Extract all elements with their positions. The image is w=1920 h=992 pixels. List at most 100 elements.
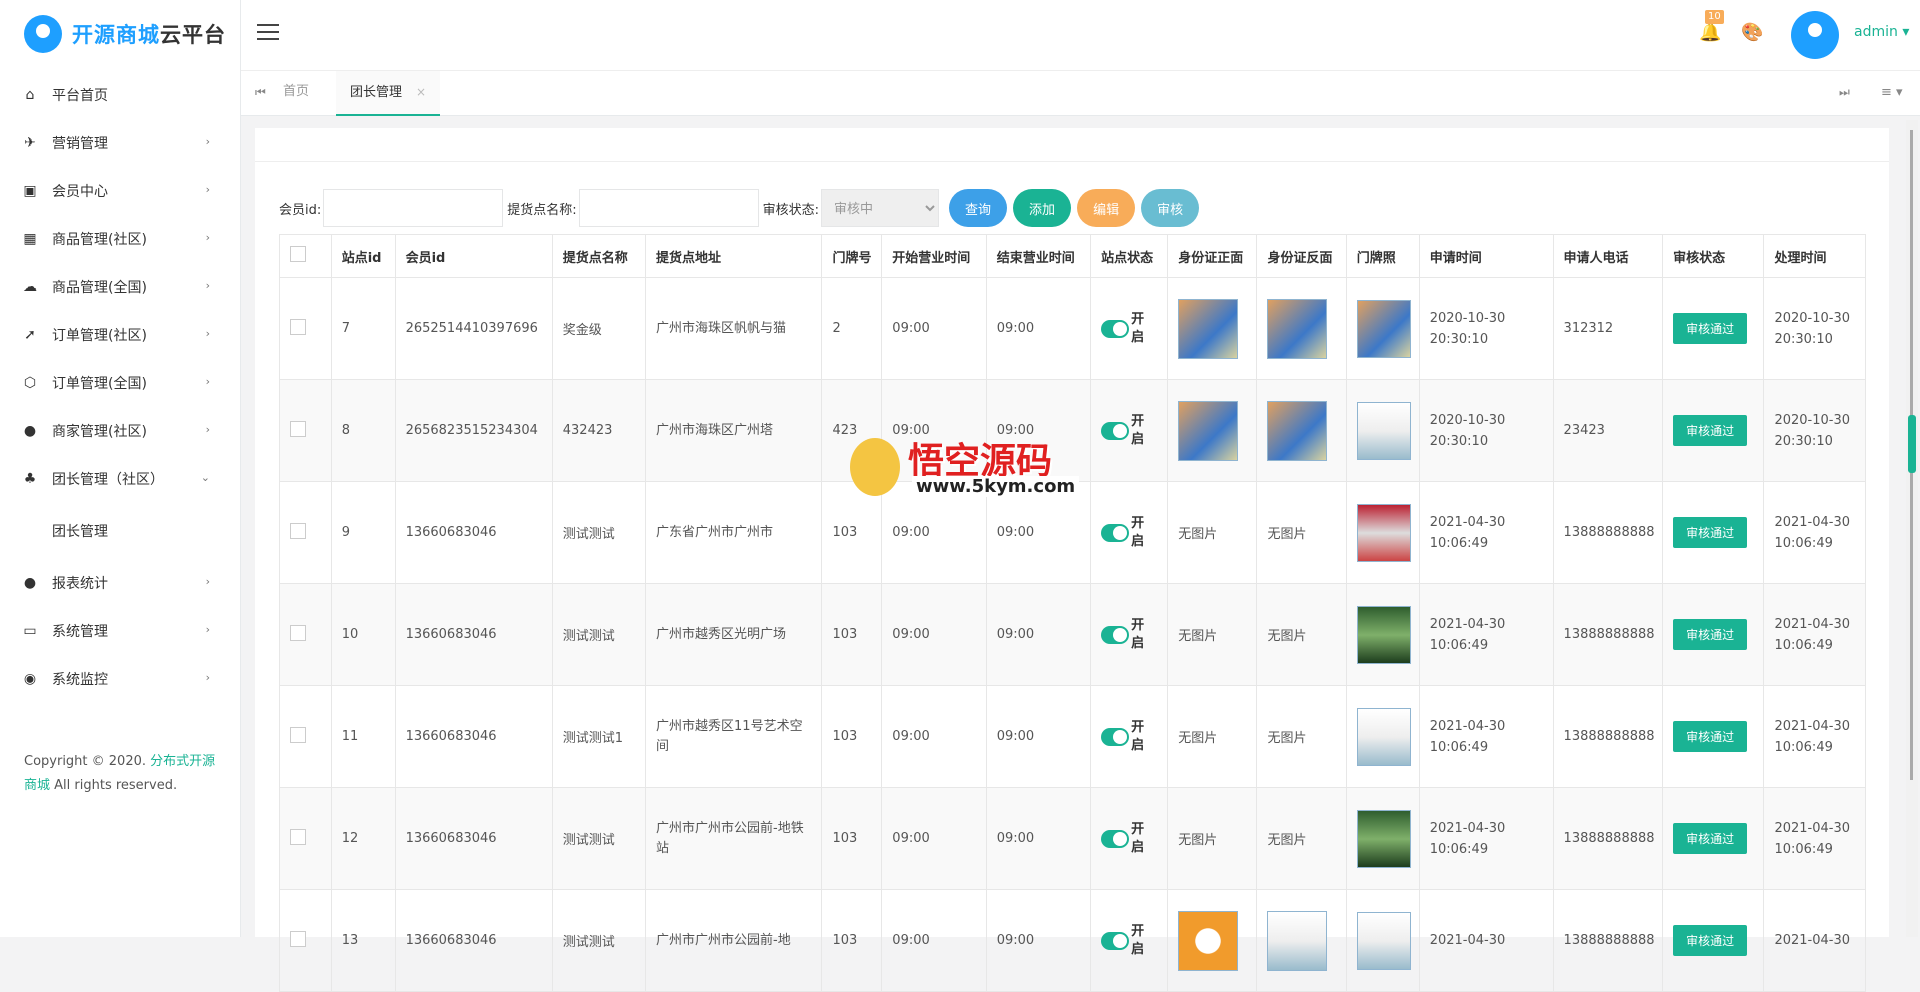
thumbnail-image[interactable] <box>1178 298 1239 359</box>
audit-button[interactable]: 审核 <box>1141 189 1200 227</box>
query-button[interactable]: 查询 <box>949 189 1008 227</box>
sidebar-subitem-leader[interactable]: 团长管理 <box>0 503 240 559</box>
sidebar-item[interactable]: ➚ 订单管理(社区) › <box>0 311 240 359</box>
avatar[interactable] <box>1791 11 1839 59</box>
thumbnail-image[interactable] <box>1356 809 1411 868</box>
thumbnail-image[interactable] <box>1356 503 1411 562</box>
sidebar-item[interactable]: ⌂ 平台首页 <box>0 71 240 119</box>
column-header[interactable]: 结束营业时间 <box>985 234 1092 278</box>
thumbnail-image[interactable] <box>1356 707 1411 766</box>
column-header[interactable]: 申请时间 <box>1418 234 1554 278</box>
station-toggle[interactable]: 开启 <box>1101 617 1145 653</box>
table-row[interactable]: 7 2652514410397696 奖金级 广州市海珠区帆帆与猫 2 09:00 09:0… <box>279 277 1866 380</box>
edit-button[interactable]: 编辑 <box>1077 189 1136 227</box>
status-badge[interactable]: 审核通过 <box>1673 925 1748 956</box>
thumbnail-image[interactable] <box>1356 401 1411 460</box>
cell-switch[interactable]: 开启 <box>1090 277 1169 380</box>
station-toggle[interactable]: 开启 <box>1101 719 1145 755</box>
station-toggle[interactable]: 开启 <box>1101 821 1145 857</box>
sidebar-item[interactable]: ✈ 营销管理 › <box>0 119 240 167</box>
brand-logo[interactable]: 开源商城云平台 <box>24 14 226 54</box>
thumbnail-image[interactable] <box>1267 400 1328 461</box>
table-row[interactable]: 13 13660683046 测试测试 广州市广州市公园前-地 103 09:00 09:0… <box>279 889 1866 992</box>
thumbnail-image[interactable] <box>1356 605 1411 664</box>
sidebar: 开源商城云平台 ⌂ 平台首页 ✈ 营销管理 › ▣ 会员中心 › ▦ 商品管理(社区) › ☁ 商品管理… <box>0 0 241 937</box>
sidebar-item[interactable]: ● 报表统计 › <box>0 559 240 607</box>
row-checkbox[interactable] <box>290 522 306 539</box>
column-header[interactable]: 站点状态 <box>1090 234 1169 278</box>
cell-switch[interactable]: 开启 <box>1090 685 1169 788</box>
column-header[interactable]: 门牌号 <box>821 234 883 278</box>
user-menu[interactable]: admin ▾ <box>1854 24 1909 40</box>
row-checkbox[interactable] <box>290 624 306 641</box>
row-checkbox[interactable] <box>290 726 306 743</box>
add-button[interactable]: 添加 <box>1013 189 1072 227</box>
table-row[interactable]: 11 13660683046 测试测试1 广州市越秀区11号艺术空间 103 09:00 0… <box>279 685 1866 788</box>
thumbnail-image[interactable] <box>1178 910 1239 971</box>
column-header[interactable]: 处理时间 <box>1763 234 1866 278</box>
row-checkbox[interactable] <box>290 420 306 437</box>
tab-options-icon[interactable]: ≡ ▾ <box>1881 85 1903 100</box>
column-header[interactable]: 提货点地址 <box>645 234 823 278</box>
status-badge[interactable]: 审核通过 <box>1673 823 1748 854</box>
cell-switch[interactable]: 开启 <box>1090 379 1169 482</box>
cell-switch[interactable]: 开启 <box>1090 481 1169 584</box>
thumbnail-image[interactable] <box>1267 298 1328 359</box>
row-checkbox[interactable] <box>290 828 306 845</box>
column-header[interactable]: 提货点名称 <box>551 234 647 278</box>
sidebar-item[interactable]: ☁ 商品管理(全国) › <box>0 263 240 311</box>
brand-name-part1: 开源商城 <box>72 23 160 47</box>
status-badge[interactable]: 审核通过 <box>1673 619 1748 650</box>
tab-scroll-left-icon[interactable]: ⏮ <box>255 85 266 100</box>
column-header[interactable]: 会员id <box>394 234 553 278</box>
tab-leader-management[interactable]: 团长管理 × <box>336 71 441 116</box>
chevron-icon: ⌄ <box>200 471 210 484</box>
member-id-input[interactable] <box>323 189 504 227</box>
column-header[interactable]: 审核状态 <box>1662 234 1765 278</box>
column-header[interactable]: 门牌照 <box>1345 234 1420 278</box>
cell-back <box>1256 379 1347 482</box>
pickup-name-input[interactable] <box>578 189 759 227</box>
sidebar-item[interactable]: ▦ 商品管理(社区) › <box>0 215 240 263</box>
sidebar-item[interactable]: ▭ 系统管理 › <box>0 607 240 655</box>
row-checkbox[interactable] <box>290 930 306 947</box>
cell-switch[interactable]: 开启 <box>1090 583 1169 686</box>
close-icon[interactable]: × <box>416 85 426 99</box>
thumbnail-image[interactable] <box>1267 910 1328 971</box>
hamburger-menu-icon[interactable] <box>257 24 279 42</box>
cell-phone: 13888888888 <box>1552 685 1664 788</box>
column-header[interactable]: 身份证正面 <box>1167 234 1258 278</box>
sidebar-item[interactable]: ▣ 会员中心 › <box>0 167 240 215</box>
station-toggle[interactable]: 开启 <box>1101 515 1145 551</box>
sidebar-item[interactable]: ● 商家管理(社区) › <box>0 407 240 455</box>
station-toggle[interactable]: 开启 <box>1101 923 1145 959</box>
table-row[interactable]: 12 13660683046 测试测试 广州市广州市公园前-地铁站 103 09:00 09… <box>279 787 1866 890</box>
status-badge[interactable]: 审核通过 <box>1673 415 1748 446</box>
select-all-checkbox[interactable] <box>290 246 306 262</box>
status-badge[interactable]: 审核通过 <box>1673 721 1748 752</box>
cell-switch[interactable]: 开启 <box>1090 787 1169 890</box>
sidebar-item[interactable]: ⬡ 订单管理(全国) › <box>0 359 240 407</box>
tab-scroll-right-icon[interactable]: ⏭ <box>1839 85 1850 100</box>
palette-icon[interactable]: 🎨 <box>1741 22 1763 43</box>
thumbnail-image[interactable] <box>1178 400 1239 461</box>
column-header[interactable]: 申请人电话 <box>1552 234 1664 278</box>
column-header[interactable]: 站点id <box>330 234 396 278</box>
table-row[interactable]: 10 13660683046 测试测试 广州市越秀区光明广场 103 09:00 09:00… <box>279 583 1866 686</box>
scroll-thumb[interactable] <box>1908 415 1916 473</box>
station-toggle[interactable]: 开启 <box>1101 413 1145 449</box>
station-toggle[interactable]: 开启 <box>1101 311 1145 347</box>
thumbnail-image[interactable] <box>1356 911 1411 970</box>
row-checkbox[interactable] <box>290 318 306 335</box>
audit-status-select[interactable]: 审核中 <box>821 189 940 227</box>
sidebar-item[interactable]: ♣ 团长管理（社区） ⌄ <box>0 455 240 503</box>
bell-icon[interactable]: 🔔 <box>1699 22 1721 43</box>
column-header[interactable]: 身份证反面 <box>1256 234 1347 278</box>
status-badge[interactable]: 审核通过 <box>1673 517 1748 548</box>
column-header[interactable]: 开始营业时间 <box>881 234 987 278</box>
sidebar-item[interactable]: ◉ 系统监控 › <box>0 655 240 703</box>
thumbnail-image[interactable] <box>1356 299 1411 358</box>
status-badge[interactable]: 审核通过 <box>1673 313 1748 344</box>
tab-home[interactable]: 首页 <box>269 71 323 116</box>
cell-switch[interactable]: 开启 <box>1090 889 1169 992</box>
